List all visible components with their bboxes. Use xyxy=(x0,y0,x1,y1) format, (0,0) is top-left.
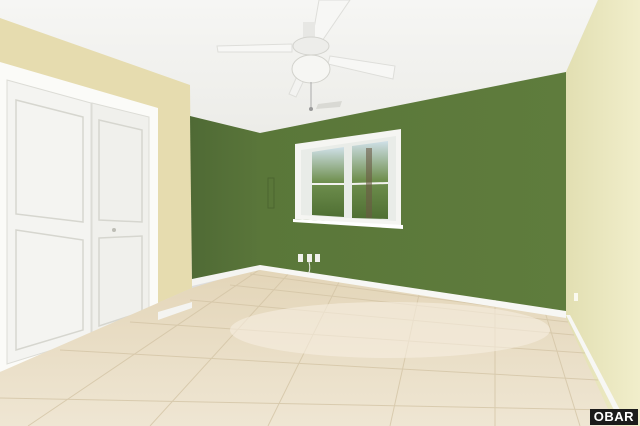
room-photo: OBAR xyxy=(0,0,640,426)
listing-watermark: OBAR xyxy=(589,409,638,425)
window xyxy=(293,129,403,229)
closet-knob xyxy=(112,228,116,232)
window-pane-left xyxy=(312,147,344,217)
left-green-wall xyxy=(190,116,260,280)
room-illustration xyxy=(0,0,640,426)
